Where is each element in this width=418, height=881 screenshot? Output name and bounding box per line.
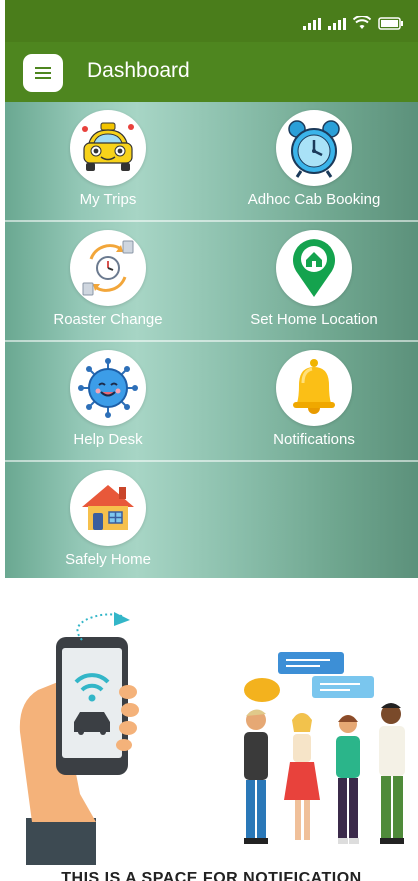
tile-label: Roaster Change <box>53 311 163 328</box>
notification-banner: THIS IS A SPACE FOR NOTIFICATION <box>10 582 413 881</box>
help-desk-icon <box>78 358 138 418</box>
app-bar: Dashboard <box>5 42 418 102</box>
notification-banner-title: THIS IS A SPACE FOR NOTIFICATION <box>61 870 362 881</box>
tile-label: Notifications <box>273 431 355 448</box>
tile-icon-circle <box>276 350 352 426</box>
signal-icon <box>303 18 321 30</box>
grid-row-3: Help Desk Notifications <box>5 342 418 462</box>
tile-set-home-location[interactable]: Set Home Location <box>211 222 417 340</box>
tile-label: Adhoc Cab Booking <box>247 191 381 208</box>
wifi-icon <box>353 16 371 29</box>
tile-safely-home[interactable]: Safely Home <box>5 462 211 580</box>
tile-icon-circle <box>70 350 146 426</box>
status-icons <box>303 16 404 30</box>
tile-label: Set Home Location <box>250 311 378 328</box>
tile-label: Help Desk <box>73 431 143 448</box>
grid-row-2: Roaster Change Set Home Location <box>5 222 418 342</box>
tile-roaster-change[interactable]: Roaster Change <box>5 222 211 340</box>
grid-row-1: My Trips Adhoc Cab Booking <box>5 102 418 222</box>
taxi-icon <box>82 122 134 171</box>
home-location-pin-icon <box>293 239 335 297</box>
tile-icon-circle <box>276 230 352 306</box>
house-icon <box>82 485 134 530</box>
schedule-change-icon <box>82 240 134 296</box>
tile-icon-circle <box>70 230 146 306</box>
hamburger-menu-icon <box>35 67 51 79</box>
tile-label: Safely Home <box>65 551 151 568</box>
battery-icon <box>378 17 403 30</box>
tile-icon-circle <box>70 110 146 186</box>
page-title: Dashboard <box>87 59 190 82</box>
alarm-clock-icon <box>288 120 340 178</box>
menu-button[interactable] <box>23 54 63 92</box>
tile-icon-circle <box>276 110 352 186</box>
dashboard-grid: My Trips Adhoc Cab Booking Roaster Chang… <box>5 102 418 578</box>
status-bar <box>5 0 418 42</box>
notification-illustration <box>19 612 405 865</box>
tile-notifications[interactable]: Notifications <box>211 342 417 460</box>
tile-my-trips[interactable]: My Trips <box>5 102 211 220</box>
app-frame: Dashboard My Trips Adhoc Cab Booking Roa… <box>5 0 418 881</box>
tile-help-desk[interactable]: Help Desk <box>5 342 211 460</box>
tile-icon-circle <box>70 470 146 546</box>
signal-icon-2 <box>328 18 346 30</box>
grid-row-4: Safely Home <box>5 462 418 582</box>
tile-label: My Trips <box>79 191 137 208</box>
tile-adhoc-cab-booking[interactable]: Adhoc Cab Booking <box>211 102 417 220</box>
bell-icon <box>293 359 335 414</box>
